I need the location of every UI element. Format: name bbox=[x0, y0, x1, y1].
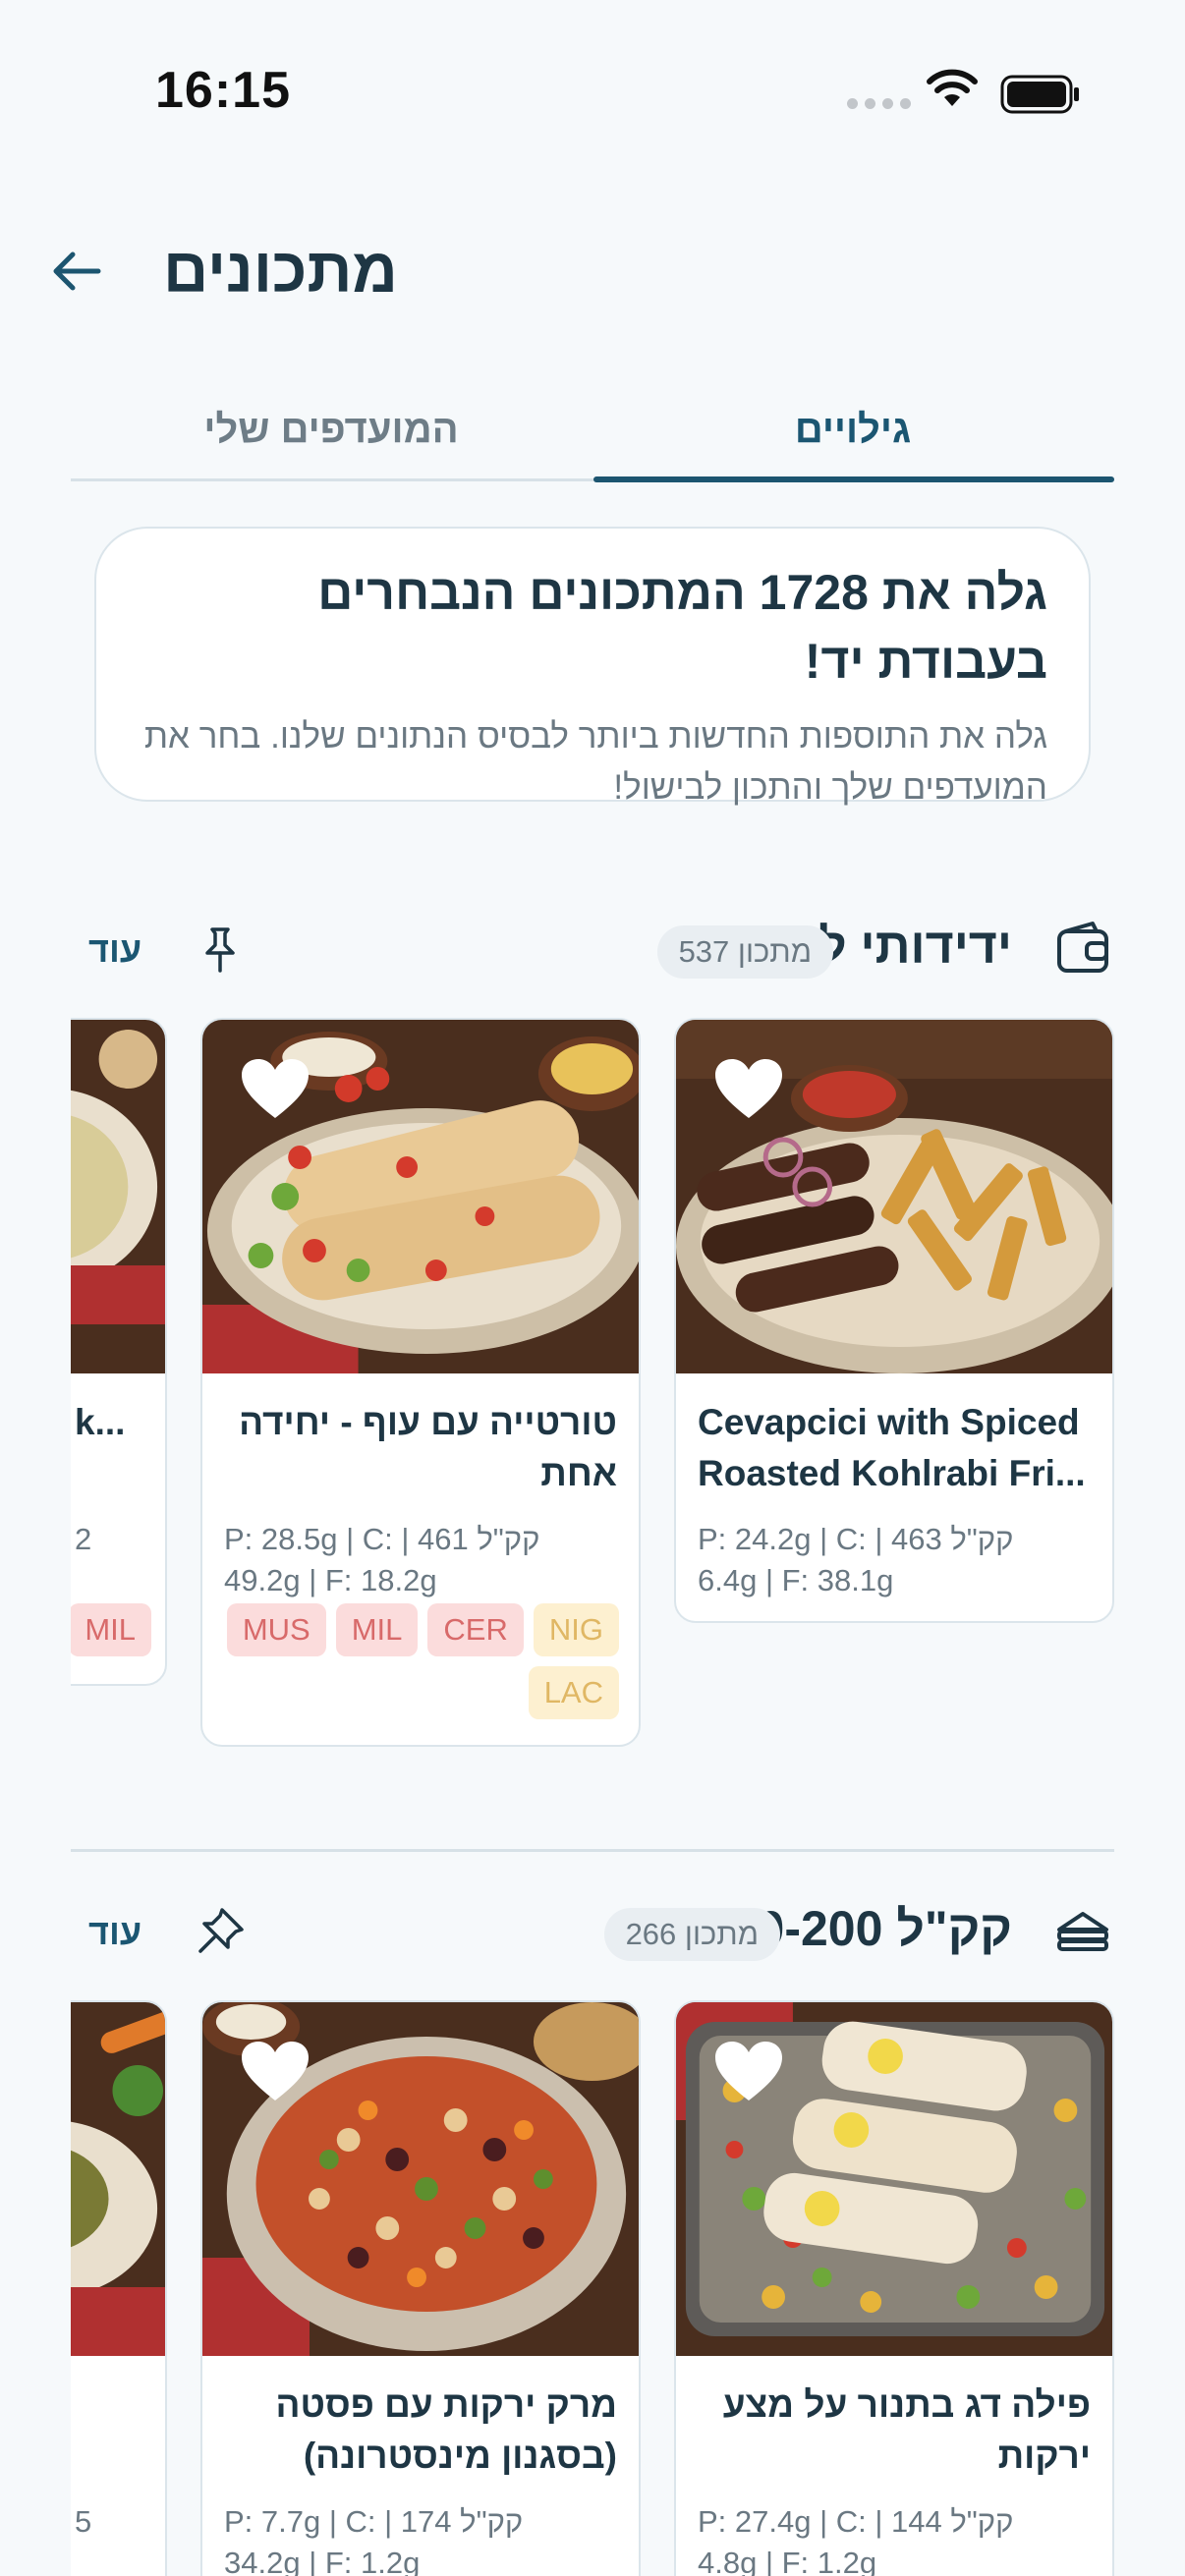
recipe-macros: P: 27.4g | C: | 144 קק"ל 4.8g | F: 1.2g bbox=[698, 2501, 1091, 2576]
card-clip: 5 bbox=[71, 2000, 167, 2576]
section-header-budget: ידידותי לכיס 537 מתכון עוד bbox=[71, 912, 1114, 990]
recipe-macros: 2 bbox=[75, 1519, 143, 1560]
recipe-title: מרק ירקות עם פסטה (בסגנון מינסטרונה) bbox=[275, 2384, 617, 2476]
card-clip: k... 2 MIL bbox=[71, 1018, 167, 1686]
recipe-macros-line1: P: 7.7g | C: | 174 קק"ל bbox=[224, 2504, 524, 2539]
section-header-calories: 100-200 קק"ל 266 מתכון עוד bbox=[71, 1894, 1114, 1973]
allergen-tag: MIL bbox=[71, 1603, 151, 1656]
allergen-tag: LAC bbox=[528, 1666, 619, 1719]
pin-icon[interactable] bbox=[193, 922, 248, 977]
recipe-title: טורטייה עם עוף - יחידה אחת bbox=[239, 1402, 617, 1493]
recipe-macros-line1: 2 bbox=[75, 1522, 92, 1556]
recipe-macros: P: 28.5g | C: | 461 קק"ל 49.2g | F: 18.2… bbox=[224, 1519, 617, 1601]
recipe-macros-line1: P: 27.4g | C: | 144 קק"ל bbox=[698, 2504, 1014, 2539]
recipe-card[interactable]: k... 2 MIL bbox=[71, 1018, 167, 1686]
recipe-macros-line2: 49.2g | F: 18.2g bbox=[224, 1563, 437, 1597]
status-bar: 16:15 bbox=[0, 0, 1185, 196]
recipe-macros-line1: 5 bbox=[75, 2504, 92, 2539]
section-divider bbox=[71, 1849, 1114, 1852]
allergen-tag: MIL bbox=[335, 1603, 419, 1656]
recipe-macros-line1: P: 28.5g | C: | 461 קק"ל bbox=[224, 1522, 540, 1556]
sandwich-icon bbox=[1057, 1912, 1108, 1951]
recipe-title: k... bbox=[75, 1402, 126, 1442]
allergen-tag: NIG bbox=[533, 1603, 619, 1656]
recipe-macros-line2: 6.4g | F: 38.1g bbox=[698, 1563, 894, 1597]
recipe-macros-line1: P: 24.2g | C: | 463 קק"ל bbox=[698, 1522, 1014, 1556]
intro-heading: גלה את 1728 המתכונים הנבחרים בעבודת יד! bbox=[317, 565, 1047, 689]
wifi-icon bbox=[927, 69, 978, 106]
back-arrow-icon[interactable] bbox=[47, 242, 106, 301]
recipe-image bbox=[71, 2002, 165, 2356]
favorite-heart-icon[interactable] bbox=[713, 1057, 784, 1122]
favorite-heart-icon[interactable] bbox=[240, 2040, 310, 2104]
intro-card: גלה את 1728 המתכונים הנבחרים בעבודת יד! … bbox=[94, 527, 1091, 807]
recipe-macros: P: 24.2g | C: | 463 קק"ל 6.4g | F: 38.1g bbox=[698, 1519, 1091, 1601]
cellular-signal-icon bbox=[847, 98, 911, 109]
intro-text: גלה את התוספות החדשות ביותר לבסיס הנתוני… bbox=[143, 717, 1047, 807]
page-title: מתכונים bbox=[163, 235, 398, 306]
recipe-card[interactable]: Cevapcici with Spiced Roasted Kohlrabi F… bbox=[674, 1018, 1114, 1623]
recipe-card[interactable]: מרק ירקות עם פסטה (בסגנון מינסטרונה) P: … bbox=[200, 2000, 641, 2576]
recipe-card[interactable]: פילה דג בתנור על מצע ירקות P: 27.4g | C:… bbox=[674, 2000, 1114, 2576]
recipe-macros: P: 7.7g | C: | 174 קק"ל 34.2g | F: 1.2g bbox=[224, 2501, 617, 2576]
recipe-count-badge: 537 מתכון bbox=[656, 925, 833, 979]
recipe-card[interactable]: 5 bbox=[71, 2000, 167, 2576]
recipe-macros-line2: 4.8g | F: 1.2g bbox=[698, 2546, 877, 2576]
recipe-macros-line2: 34.2g | F: 1.2g bbox=[224, 2546, 421, 2576]
status-time: 16:15 bbox=[155, 62, 291, 119]
pin-outline-icon[interactable] bbox=[193, 1904, 248, 1959]
tab-bar: גילויים המועדפים שלי bbox=[71, 377, 1114, 482]
recipe-count-badge: 266 מתכון bbox=[603, 1908, 780, 1961]
allergen-tag: CER bbox=[427, 1603, 524, 1656]
wallet-icon bbox=[1057, 922, 1108, 973]
allergen-tags: MIL bbox=[71, 1603, 151, 1656]
more-link[interactable]: עוד bbox=[88, 1912, 141, 1953]
favorite-heart-icon[interactable] bbox=[240, 1057, 310, 1122]
allergen-tags: MUS MIL CER NIG LAC bbox=[224, 1603, 619, 1719]
tab-my-favorites[interactable]: המועדפים שלי bbox=[71, 377, 592, 481]
recipe-card[interactable]: טורטייה עם עוף - יחידה אחת P: 28.5g | C:… bbox=[200, 1018, 641, 1747]
favorite-heart-icon[interactable] bbox=[713, 2040, 784, 2104]
recipe-title: פילה דג בתנור על מצע ירקות bbox=[722, 2384, 1091, 2476]
more-link[interactable]: עוד bbox=[88, 929, 141, 971]
tab-discoveries[interactable]: גילויים bbox=[592, 377, 1114, 481]
recipe-title: Cevapcici with Spiced Roasted Kohlrabi F… bbox=[698, 1402, 1086, 1493]
recipe-macros: 5 bbox=[75, 2501, 143, 2543]
allergen-tag: MUS bbox=[226, 1603, 326, 1656]
recipe-image bbox=[71, 1020, 165, 1373]
active-tab-indicator bbox=[593, 476, 1114, 482]
battery-icon bbox=[1000, 75, 1079, 114]
